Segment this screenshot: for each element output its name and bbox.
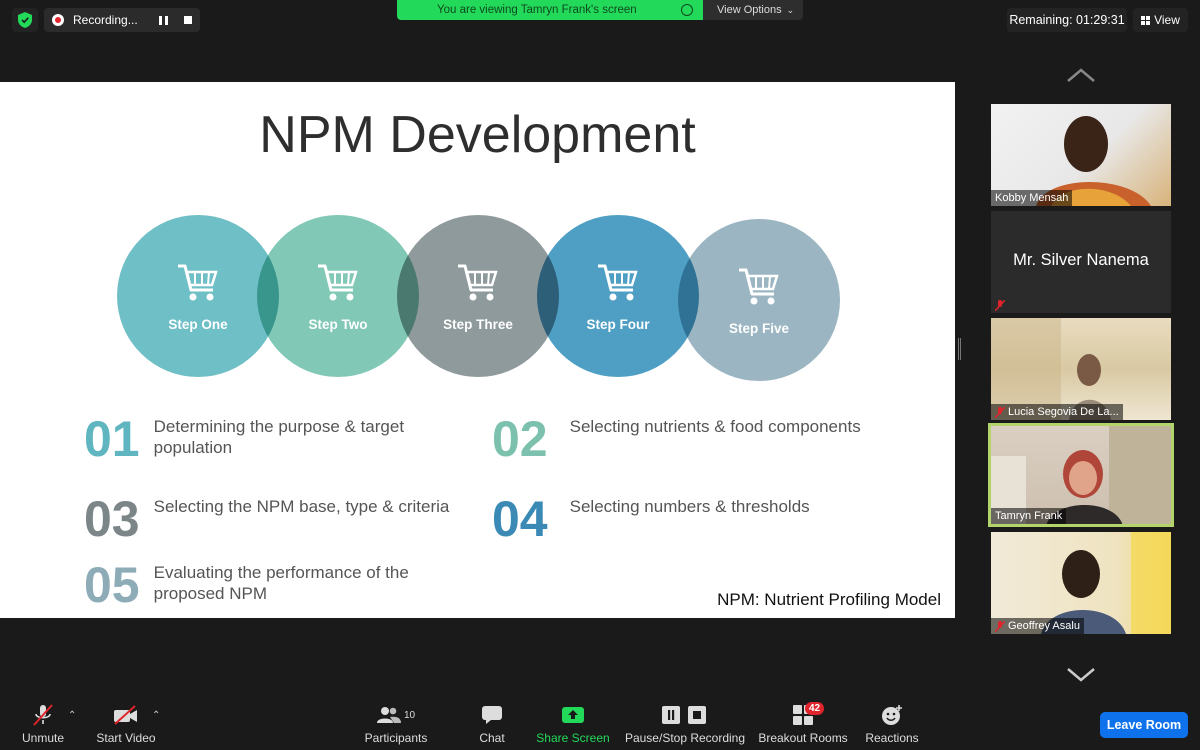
step-label: Step Four <box>586 317 650 332</box>
video-options-chevron-icon[interactable]: ⌃ <box>152 710 160 721</box>
share-screen-label: Share Screen <box>536 731 610 745</box>
view-options-button[interactable]: View Options ⌄ <box>703 0 803 20</box>
numbered-step-item: 04 Selecting numbers & thresholds <box>492 494 870 544</box>
audio-options-chevron-icon[interactable]: ⌃ <box>68 710 76 721</box>
step-label: Step Three <box>443 317 513 332</box>
participant-tile-active-speaker[interactable]: Tamryn Frank <box>988 423 1174 527</box>
shared-screen-slide: NPM Development Step One Step Two Step Thr… <box>0 82 955 618</box>
participants-label: Participants <box>364 731 428 745</box>
reactions-label: Reactions <box>865 731 919 745</box>
viewing-banner: You are viewing Tamryn Frank's screen Vi… <box>397 0 803 20</box>
participant-name: Lucia Segovia De La... <box>991 404 1123 420</box>
participant-tile[interactable]: Geoffrey Asalu <box>991 532 1171 634</box>
numbered-step-item: 05 Evaluating the performance of the prop… <box>84 560 454 610</box>
step-description: Selecting numbers & thresholds <box>569 497 810 516</box>
participant-name: Tamryn Frank <box>991 508 1067 524</box>
slide-title: NPM Development <box>259 106 696 164</box>
share-screen-icon <box>561 703 585 727</box>
numbered-step-item: 03 Selecting the NPM base, type & criteri… <box>84 494 484 544</box>
grid-view-icon <box>1141 15 1151 25</box>
breakout-rooms-label: Breakout Rooms <box>758 731 848 745</box>
zoom-meeting-window: Recording... You are viewing Tamryn Fran… <box>0 0 1200 750</box>
reactions-button[interactable]: Reactions <box>862 700 922 750</box>
shopping-cart-icon <box>176 260 220 317</box>
security-shield-icon[interactable] <box>12 8 38 32</box>
step-circle: Step Four <box>537 215 699 377</box>
scroll-up-icon[interactable] <box>1066 67 1096 83</box>
unmute-button[interactable]: Unmute <box>18 700 68 750</box>
participant-name: Geoffrey Asalu <box>991 618 1084 634</box>
step-label: Step Two <box>308 317 368 332</box>
step-number: 03 <box>84 491 140 547</box>
share-screen-button[interactable]: Share Screen <box>534 700 612 750</box>
step-circle: Step Three <box>397 215 559 377</box>
step-label: Step One <box>168 317 228 332</box>
meeting-toolbar: Unmute ⌃ Start Video ⌃ 10 Participants C… <box>0 700 1200 750</box>
step-circle: Step Two <box>257 215 419 377</box>
step-description: Evaluating the performance of the propos… <box>153 563 409 603</box>
muted-mic-icon <box>995 620 1005 632</box>
participants-count: 10 <box>403 709 416 721</box>
step-number: 04 <box>492 491 548 547</box>
shopping-cart-icon <box>596 260 640 317</box>
participant-mute-status <box>991 298 1009 313</box>
recording-dot-icon <box>52 14 64 26</box>
remaining-time: Remaining: 01:29:31 <box>1007 8 1127 32</box>
slide-footnote: NPM: Nutrient Profiling Model <box>717 590 941 609</box>
step-description: Selecting nutrients & food components <box>569 417 861 436</box>
panel-resize-handle[interactable] <box>958 338 961 360</box>
breakout-badge: 42 <box>805 702 825 715</box>
participant-name-large: Mr. Silver Nanema <box>1013 251 1149 269</box>
participants-button[interactable]: 10 Participants <box>362 700 430 750</box>
start-video-label: Start Video <box>96 731 156 745</box>
muted-mic-icon <box>31 703 55 727</box>
numbered-step-item: 01 Determining the purpose & target popul… <box>84 414 444 464</box>
chat-label: Chat <box>479 731 505 745</box>
video-off-icon <box>113 703 139 727</box>
recording-indicator: Recording... <box>44 8 200 32</box>
reactions-icon <box>881 703 903 727</box>
step-number: 01 <box>84 411 140 467</box>
participant-tile[interactable]: Lucia Segovia De La... <box>991 318 1171 420</box>
participant-name: Kobby Mensah <box>991 190 1073 206</box>
shopping-cart-icon <box>316 260 360 317</box>
step-description: Determining the purpose & target populat… <box>153 417 405 457</box>
participant-tile[interactable]: Kobby Mensah <box>991 104 1171 206</box>
leave-room-button[interactable]: Leave Room <box>1100 712 1188 738</box>
view-button[interactable]: View <box>1133 8 1188 32</box>
unmute-label: Unmute <box>21 731 65 745</box>
shopping-cart-icon <box>456 260 500 317</box>
step-label: Step Five <box>728 321 790 336</box>
breakout-rooms-button[interactable]: 42 Breakout Rooms <box>757 700 849 750</box>
participant-tile[interactable]: Mr. Silver Nanema <box>991 211 1171 313</box>
view-label: View <box>1154 13 1180 27</box>
step-circle: Step One <box>117 215 279 377</box>
pause-stop-icons <box>661 703 709 727</box>
step-description: Selecting the NPM base, type & criteria <box>153 497 450 516</box>
pause-stop-recording-label: Pause/Stop Recording <box>624 731 746 745</box>
viewing-screen-label: You are viewing Tamryn Frank's screen <box>397 0 703 20</box>
participants-icon: 10 <box>376 703 416 727</box>
stop-recording-icon[interactable] <box>184 16 192 24</box>
muted-mic-icon <box>995 300 1005 311</box>
chat-button[interactable]: Chat <box>470 700 514 750</box>
muted-mic-icon <box>995 406 1005 418</box>
step-circle: Step Five <box>678 219 840 381</box>
recording-label: Recording... <box>73 13 138 27</box>
start-video-button[interactable]: Start Video <box>95 700 157 750</box>
chevron-down-icon: ⌄ <box>786 4 795 15</box>
scroll-down-icon[interactable] <box>1066 667 1096 683</box>
banner-status-icon <box>681 4 693 16</box>
step-number: 05 <box>84 557 140 613</box>
numbered-step-item: 02 Selecting nutrients & food components <box>492 414 900 464</box>
pause-stop-recording-button[interactable]: Pause/Stop Recording <box>623 700 747 750</box>
pause-recording-icon[interactable] <box>159 15 168 25</box>
shopping-cart-icon <box>737 264 781 321</box>
step-number: 02 <box>492 411 548 467</box>
chat-bubble-icon <box>481 703 503 727</box>
